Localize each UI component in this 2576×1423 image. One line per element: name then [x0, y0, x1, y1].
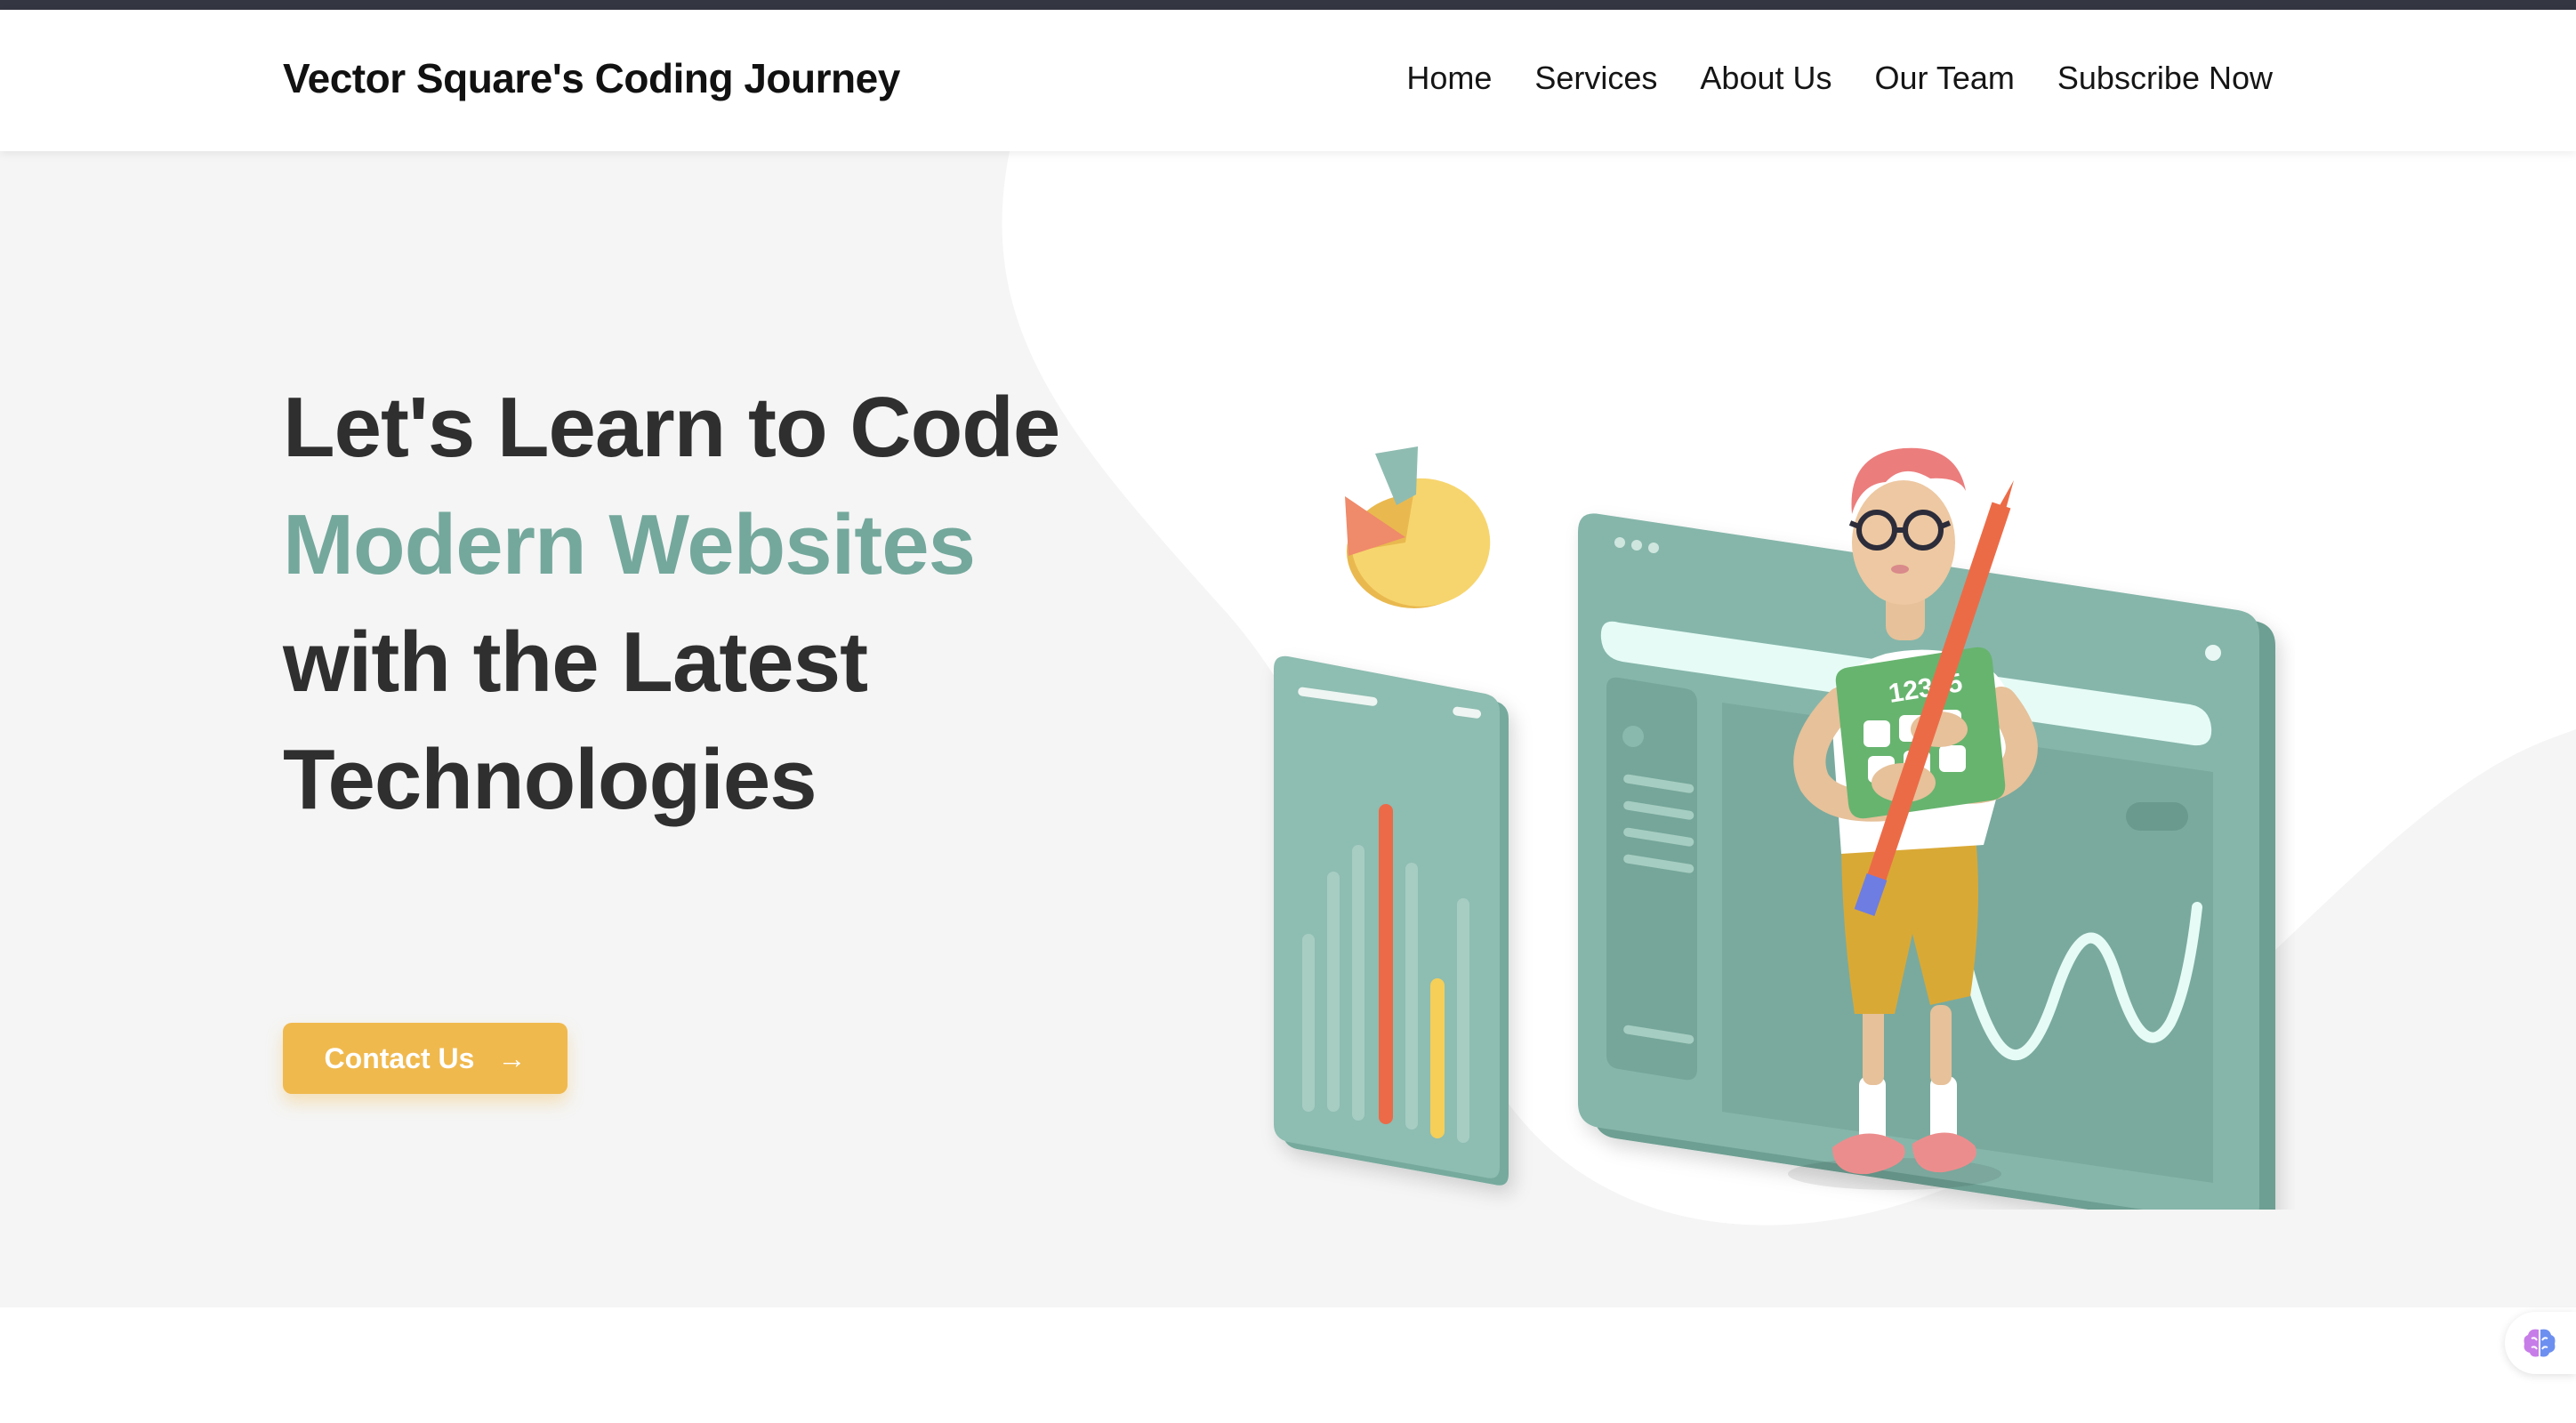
floating-assistant-button[interactable] [2505, 1312, 2576, 1374]
hero-headline: Let's Learn to Code Modern Websites with… [283, 369, 1083, 839]
contact-us-label: Contact Us [324, 1041, 475, 1074]
nav-link-subscribe-now[interactable]: Subscribe Now [2057, 60, 2273, 97]
brain-icon [2524, 1329, 2556, 1357]
window-top-bar [0, 0, 2576, 10]
pie-chart-icon [1345, 446, 1491, 608]
site-brand[interactable]: Vector Square's Coding Journey [283, 54, 900, 102]
nav-link-services[interactable]: Services [1534, 60, 1657, 97]
nav-link-our-team[interactable]: Our Team [1874, 60, 2014, 97]
arrow-right-icon: → [497, 1041, 527, 1074]
bar-chart-panel [1274, 655, 1509, 1186]
headline-accent-text: Modern Websites [283, 497, 976, 592]
nav-link-home[interactable]: Home [1406, 60, 1492, 97]
nav-link-about-us[interactable]: About Us [1700, 60, 1831, 97]
developer-illustration: 12345 [1274, 446, 2275, 1210]
contact-us-button[interactable]: Contact Us → [283, 1023, 568, 1094]
navbar: Vector Square's Coding Journey Home Serv… [0, 10, 2576, 151]
headline-text-start: Let's Learn to Code [283, 380, 1060, 475]
nav-links: Home Services About Us Our Team Subscrib… [1406, 60, 2273, 97]
headline-text-end: with the Latest Technologies [283, 615, 868, 827]
hero-section: Let's Learn to Code Modern Websites with… [0, 151, 2576, 1307]
